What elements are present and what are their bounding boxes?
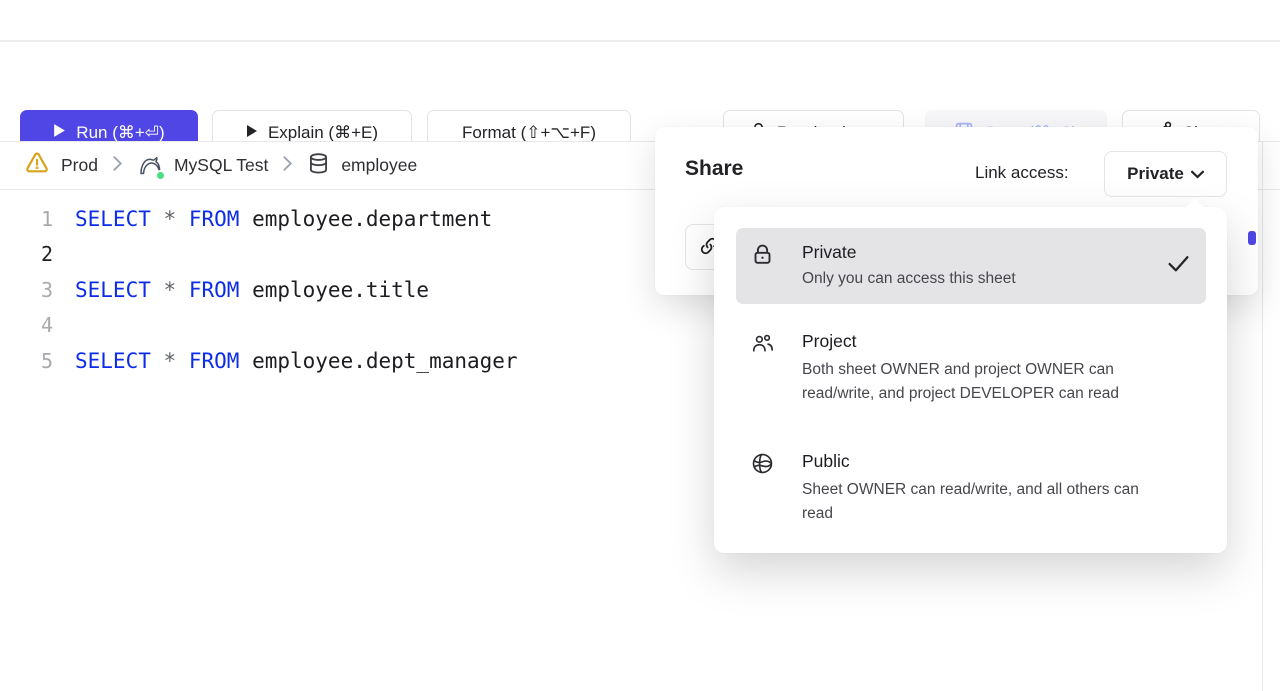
breadcrumb-database[interactable]: employee xyxy=(307,152,417,180)
link-access-label: Link access: xyxy=(975,163,1069,183)
line-number: 1 xyxy=(0,207,53,231)
checkmark-icon xyxy=(1167,254,1190,278)
option-description: Only you can access this sheet xyxy=(802,267,1016,291)
play-icon xyxy=(246,123,258,143)
option-title: Private xyxy=(802,240,1016,264)
menu-option-public[interactable]: Public Sheet OWNER can read/write, and a… xyxy=(736,449,1206,526)
warning-triangle-icon xyxy=(24,150,50,181)
menu-option-project[interactable]: Project Both sheet OWNER and project OWN… xyxy=(736,329,1206,406)
link-access-value: Private xyxy=(1127,164,1184,184)
option-description: Both sheet OWNER and project OWNER can r… xyxy=(802,358,1119,406)
explain-button-label: Explain (⌘+E) xyxy=(268,123,378,143)
lock-icon xyxy=(750,240,780,304)
option-title: Project xyxy=(802,329,1119,353)
chevron-right-icon xyxy=(282,155,293,177)
code-text: SELECT * FROM employee.title xyxy=(75,278,429,302)
environment-label: Prod xyxy=(61,155,98,176)
run-button-label: Run (⌘+⏎) xyxy=(76,123,164,143)
chevron-down-icon xyxy=(1191,164,1204,184)
format-button-label: Format (⇧+⌥+F) xyxy=(462,123,596,143)
top-strip xyxy=(0,0,1280,42)
breadcrumb-environment[interactable]: Prod xyxy=(24,150,98,181)
play-icon xyxy=(53,123,66,143)
link-access-select[interactable]: Private xyxy=(1104,151,1227,197)
copy-button-sliver[interactable] xyxy=(1248,231,1256,245)
breadcrumb-instance[interactable]: MySQL Test xyxy=(137,153,268,179)
line-number: 3 xyxy=(0,278,53,302)
option-title: Public xyxy=(802,449,1139,473)
sql-editor-page: Run (⌘+⏎) Explain (⌘+E) Format (⇧+⌥+F) R… xyxy=(0,0,1280,691)
chevron-right-icon xyxy=(112,155,123,177)
database-icon xyxy=(307,152,330,180)
link-access-menu: Private Only you can access this sheet P… xyxy=(714,207,1227,553)
instance-status-dot xyxy=(155,170,166,181)
code-text: SELECT * FROM employee.dept_manager xyxy=(75,349,518,373)
line-number-active: 2 xyxy=(0,242,53,266)
database-label: employee xyxy=(341,155,417,176)
instance-label: MySQL Test xyxy=(174,155,268,176)
option-description: Sheet OWNER can read/write, and all othe… xyxy=(802,478,1139,526)
toolbar: Run (⌘+⏎) Explain (⌘+E) Format (⇧+⌥+F) R… xyxy=(0,42,1280,140)
menu-option-private[interactable]: Private Only you can access this sheet xyxy=(736,228,1206,304)
globe-icon xyxy=(750,449,780,526)
people-group-icon xyxy=(750,329,780,406)
line-number: 5 xyxy=(0,349,53,373)
mysql-dolphin-icon xyxy=(137,153,163,179)
share-popover-title: Share xyxy=(685,157,743,181)
editor-right-divider xyxy=(1262,141,1263,691)
code-text: SELECT * FROM employee.department xyxy=(75,207,492,231)
line-number: 4 xyxy=(0,313,53,337)
